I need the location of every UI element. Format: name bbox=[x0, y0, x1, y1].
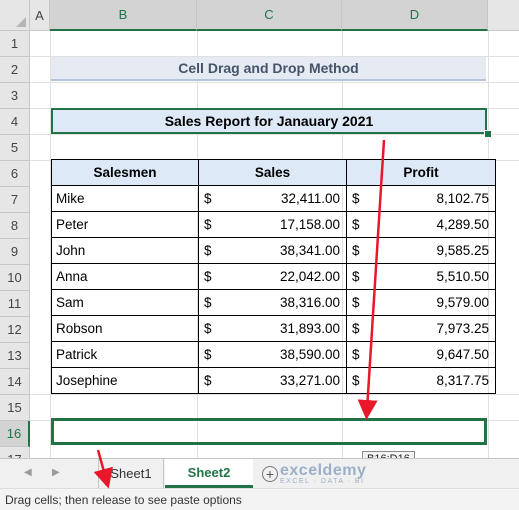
table-row: Anna $ 22,042.00 $ 5,510.50 bbox=[51, 263, 497, 290]
profit-cell[interactable]: 7,973.25 bbox=[363, 315, 497, 342]
header-salesmen[interactable]: Salesmen bbox=[51, 159, 199, 186]
row-header-13[interactable]: 13 bbox=[0, 343, 30, 369]
sales-table: Salesmen Sales Profit Mike $ 32,411.00 $… bbox=[51, 159, 497, 394]
row-header-7[interactable]: 7 bbox=[0, 187, 30, 213]
salesman-cell[interactable]: Sam bbox=[51, 289, 199, 316]
currency-symbol[interactable]: $ bbox=[346, 185, 364, 212]
currency-symbol[interactable]: $ bbox=[346, 237, 364, 264]
table-row: Peter $ 17,158.00 $ 4,289.50 bbox=[51, 211, 497, 238]
drop-target-range[interactable] bbox=[51, 418, 487, 445]
column-header-b[interactable]: B bbox=[50, 0, 197, 31]
gridline bbox=[30, 134, 519, 135]
tab-sheet2[interactable]: Sheet2 bbox=[165, 459, 253, 488]
sales-cell[interactable]: 17,158.00 bbox=[215, 211, 348, 238]
plus-icon: + bbox=[265, 466, 275, 482]
sales-cell[interactable]: 33,271.00 bbox=[215, 367, 348, 394]
status-text: Drag cells; then release to see paste op… bbox=[5, 492, 242, 507]
salesman-cell[interactable]: Mike bbox=[51, 185, 199, 212]
table-row: Patrick $ 38,590.00 $ 9,647.50 bbox=[51, 341, 497, 368]
add-sheet-button[interactable]: + bbox=[262, 466, 278, 482]
method-title-cell[interactable]: Cell Drag and Drop Method bbox=[51, 57, 486, 81]
currency-symbol[interactable]: $ bbox=[197, 289, 216, 316]
select-all-corner[interactable] bbox=[0, 0, 30, 31]
table-row: John $ 38,341.00 $ 9,585.25 bbox=[51, 237, 497, 264]
profit-cell[interactable]: 9,585.25 bbox=[363, 237, 497, 264]
row-header-12[interactable]: 12 bbox=[0, 317, 30, 343]
table-row: Josephine $ 33,271.00 $ 8,317.75 bbox=[51, 367, 497, 394]
row-header-10[interactable]: 10 bbox=[0, 265, 30, 291]
sales-cell[interactable]: 31,893.00 bbox=[215, 315, 348, 342]
currency-symbol[interactable]: $ bbox=[346, 367, 364, 394]
watermark-logo: exceldemy EXCEL · DATA · BI bbox=[280, 462, 366, 485]
row-header-6[interactable]: 6 bbox=[0, 161, 30, 187]
tab-scroll-left-icon[interactable]: ◀ bbox=[24, 467, 32, 478]
currency-symbol[interactable]: $ bbox=[346, 211, 364, 238]
sales-cell[interactable]: 38,341.00 bbox=[215, 237, 348, 264]
row-header-9[interactable]: 9 bbox=[0, 239, 30, 265]
table-row: Sam $ 38,316.00 $ 9,579.00 bbox=[51, 289, 497, 316]
profit-cell[interactable]: 8,317.75 bbox=[363, 367, 497, 394]
row-header-8[interactable]: 8 bbox=[0, 213, 30, 239]
currency-symbol[interactable]: $ bbox=[346, 263, 364, 290]
sales-cell[interactable]: 38,316.00 bbox=[215, 289, 348, 316]
currency-symbol[interactable]: $ bbox=[346, 341, 364, 368]
sheet-tab-bar: ◀ ▶ Sheet1 Sheet2 + exceldemy EXCEL · DA… bbox=[0, 458, 519, 488]
tab-scroll-right-icon[interactable]: ▶ bbox=[52, 467, 60, 478]
profit-cell[interactable]: 9,579.00 bbox=[363, 289, 497, 316]
row-header-17[interactable]: 17 bbox=[0, 447, 30, 458]
salesman-cell[interactable]: Peter bbox=[51, 211, 199, 238]
profit-cell[interactable]: 4,289.50 bbox=[363, 211, 497, 238]
currency-symbol[interactable]: $ bbox=[197, 315, 216, 342]
row-header-1[interactable]: 1 bbox=[0, 31, 30, 57]
row-header-4[interactable]: 4 bbox=[0, 109, 30, 135]
profit-cell[interactable]: 8,102.75 bbox=[363, 185, 497, 212]
table-row: Mike $ 32,411.00 $ 8,102.75 bbox=[51, 185, 497, 212]
sales-cell[interactable]: 22,042.00 bbox=[215, 263, 348, 290]
tab-sheet1[interactable]: Sheet1 bbox=[98, 459, 164, 488]
column-header-c[interactable]: C bbox=[197, 0, 342, 31]
salesman-cell[interactable]: Anna bbox=[51, 263, 199, 290]
salesman-cell[interactable]: John bbox=[51, 237, 199, 264]
sales-cell[interactable]: 38,590.00 bbox=[215, 341, 348, 368]
row-header-14[interactable]: 14 bbox=[0, 369, 30, 395]
sales-cell[interactable]: 32,411.00 bbox=[215, 185, 348, 212]
row-header-15[interactable]: 15 bbox=[0, 395, 30, 421]
currency-symbol[interactable]: $ bbox=[197, 211, 216, 238]
gridline bbox=[30, 394, 519, 395]
profit-cell[interactable]: 9,647.50 bbox=[363, 341, 497, 368]
header-profit[interactable]: Profit bbox=[346, 159, 497, 186]
report-title-cell[interactable]: Sales Report for Janauary 2021 bbox=[51, 108, 487, 134]
currency-symbol[interactable]: $ bbox=[346, 315, 364, 342]
worksheet-grid[interactable]: A B C D 1 2 3 4 5 6 7 8 9 10 11 12 13 14… bbox=[0, 0, 519, 458]
watermark-tagline: EXCEL · DATA · BI bbox=[280, 478, 365, 485]
table-header-row: Salesmen Sales Profit bbox=[51, 159, 497, 186]
header-sales[interactable]: Sales bbox=[197, 159, 348, 186]
row-header-11[interactable]: 11 bbox=[0, 291, 30, 317]
row-header-5[interactable]: 5 bbox=[0, 135, 30, 161]
column-header-a[interactable]: A bbox=[30, 0, 50, 31]
row-header-2[interactable]: 2 bbox=[0, 57, 30, 83]
profit-cell[interactable]: 5,510.50 bbox=[363, 263, 497, 290]
column-header-d[interactable]: D bbox=[342, 0, 488, 31]
gridline bbox=[30, 82, 519, 83]
table-row: Robson $ 31,893.00 $ 7,973.25 bbox=[51, 315, 497, 342]
currency-symbol[interactable]: $ bbox=[197, 185, 216, 212]
salesman-cell[interactable]: Josephine bbox=[51, 367, 199, 394]
currency-symbol[interactable]: $ bbox=[197, 367, 216, 394]
salesman-cell[interactable]: Patrick bbox=[51, 341, 199, 368]
salesman-cell[interactable]: Robson bbox=[51, 315, 199, 342]
currency-symbol[interactable]: $ bbox=[197, 237, 216, 264]
column-header-e[interactable] bbox=[488, 0, 519, 31]
row-header-16[interactable]: 16 bbox=[0, 421, 30, 447]
status-bar: Drag cells; then release to see paste op… bbox=[0, 488, 519, 510]
fill-handle[interactable] bbox=[484, 130, 492, 138]
row-header-3[interactable]: 3 bbox=[0, 83, 30, 109]
currency-symbol[interactable]: $ bbox=[197, 341, 216, 368]
currency-symbol[interactable]: $ bbox=[346, 289, 364, 316]
currency-symbol[interactable]: $ bbox=[197, 263, 216, 290]
